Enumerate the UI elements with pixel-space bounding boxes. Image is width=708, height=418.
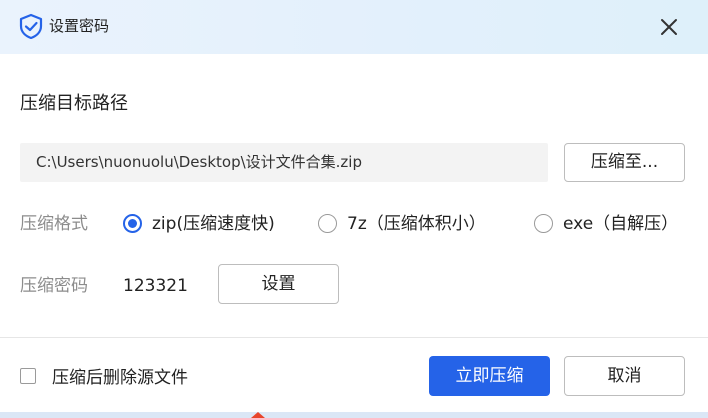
set-password-button[interactable]: 设置 [218,264,339,304]
compress-now-button[interactable]: 立即压缩 [429,356,550,396]
pointer-marker-icon [251,412,265,418]
delete-source-label[interactable]: 压缩后删除源文件 [52,366,188,390]
format-label: 压缩格式 [20,214,88,234]
radio-7z[interactable] [318,214,337,233]
radio-exe-label[interactable]: exe（自解压） [563,212,678,236]
radio-exe[interactable] [534,214,553,233]
delete-source-checkbox[interactable] [20,368,36,384]
password-value: 123321 [123,276,188,296]
bottom-strip [0,412,708,418]
password-label: 压缩密码 [20,276,88,296]
compress-to-button[interactable]: 压缩至... [564,143,685,182]
title-bar: 设置密码 [0,0,708,54]
target-path-heading: 压缩目标路径 [20,93,128,114]
cancel-button[interactable]: 取消 [564,356,685,396]
footer-divider [0,337,708,338]
radio-7z-label[interactable]: 7z（压缩体积小） [347,212,486,236]
dialog-title: 设置密码 [49,17,110,35]
shield-check-icon [19,13,43,39]
target-path-field[interactable]: C:\Users\nuonuolu\Desktop\设计文件合集.zip [20,143,548,182]
close-icon[interactable] [655,13,683,41]
radio-zip-label[interactable]: zip(压缩速度快) [152,212,275,236]
radio-zip[interactable] [123,214,142,233]
